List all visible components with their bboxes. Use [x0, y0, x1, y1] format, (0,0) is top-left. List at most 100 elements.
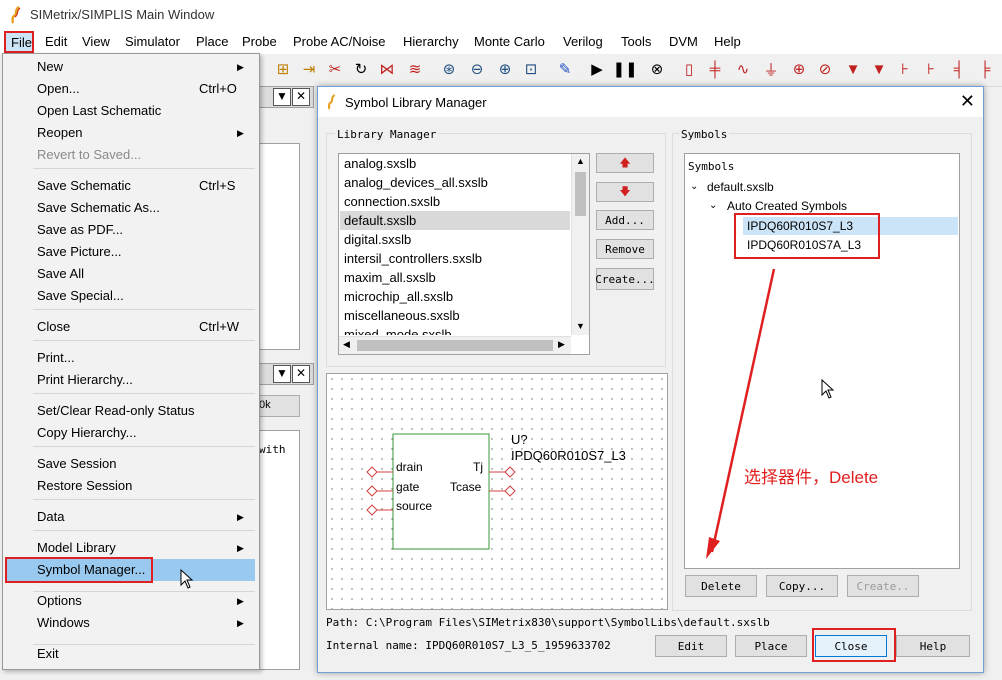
file-menu-item[interactable]: Save Schematic As... — [37, 200, 160, 215]
copy-symbol-button[interactable]: Copy... — [766, 575, 838, 597]
pane-dropdown-icon[interactable]: ▼ — [273, 88, 291, 106]
file-menu-item[interactable]: Model Library — [37, 540, 116, 555]
file-menu-item[interactable]: Print... — [37, 350, 75, 365]
capacitor-icon[interactable]: ╪ — [704, 58, 726, 80]
library-list-item[interactable]: intersil_controllers.sxslb — [344, 251, 482, 266]
file-menu-item[interactable]: Set/Clear Read-only Status — [37, 403, 195, 418]
move-icon[interactable]: ⇥ — [298, 58, 320, 80]
menu-help[interactable]: Help — [714, 34, 741, 49]
diode-icon[interactable]: ▼ — [842, 58, 864, 80]
resistor-icon[interactable]: ▯ — [678, 58, 700, 80]
file-menu-item[interactable]: New — [37, 59, 63, 74]
pane-dropdown-icon[interactable]: ▼ — [273, 365, 291, 383]
zoom-box-icon[interactable]: ⊡ — [520, 58, 542, 80]
tree-expand-icon[interactable]: ⌄ — [709, 200, 717, 211]
menu-simulator[interactable]: Simulator — [125, 34, 180, 49]
nmos-icon[interactable]: ╡ — [948, 58, 970, 80]
library-list[interactable]: analog.sxslb analog_devices_all.sxslbconn… — [338, 153, 590, 355]
binoculars-icon[interactable]: ⊗ — [646, 58, 668, 80]
zoom-in-icon[interactable]: ⊕ — [494, 58, 516, 80]
file-menu-item[interactable]: Restore Session — [37, 478, 132, 493]
pane-close-icon[interactable]: ✕ — [292, 88, 310, 106]
scroll-thumb[interactable] — [575, 172, 586, 216]
tree-library-node[interactable]: default.sxslb — [707, 180, 774, 194]
library-vscrollbar[interactable]: ▲ ▼ — [571, 154, 589, 335]
rotate-icon[interactable]: ↻ — [350, 58, 372, 80]
ground-icon[interactable]: ⏚ — [760, 58, 782, 80]
tree-folder-node[interactable]: Auto Created Symbols — [727, 199, 847, 213]
library-list-item[interactable]: analog_devices_all.sxslb — [344, 175, 488, 190]
remove-library-button[interactable]: Remove — [596, 239, 654, 259]
file-menu-item[interactable]: Save Special... — [37, 288, 124, 303]
file-menu-item[interactable]: Windows — [37, 615, 90, 630]
library-list-item[interactable]: miscellaneous.sxslb — [344, 308, 460, 323]
pane-button[interactable]: 0k — [258, 395, 300, 417]
file-menu-item[interactable]: Save Picture... — [37, 244, 122, 259]
scroll-up-icon[interactable]: ▲ — [576, 156, 585, 166]
menu-probe[interactable]: Probe — [242, 34, 277, 49]
file-menu-item[interactable]: Print Hierarchy... — [37, 372, 133, 387]
file-menu-item[interactable]: Save as PDF... — [37, 222, 123, 237]
file-menu-item[interactable]: Save Schematic — [37, 178, 131, 193]
edit-button[interactable]: Edit — [655, 635, 727, 657]
library-list-item[interactable]: analog.sxslb — [344, 156, 416, 171]
dialog-close-icon[interactable]: ✕ — [960, 91, 975, 112]
menu-dvm[interactable]: DVM — [669, 34, 698, 49]
mirror-icon[interactable]: ⋈ — [376, 58, 398, 80]
cut-icon[interactable]: ✂ — [324, 58, 346, 80]
menu-tools[interactable]: Tools — [621, 34, 651, 49]
library-list-item[interactable]: default.sxslb — [344, 213, 416, 228]
menu-verilog[interactable]: Verilog — [563, 34, 603, 49]
create-library-button[interactable]: Create... — [595, 268, 655, 290]
scroll-left-icon[interactable]: ◀ — [343, 339, 350, 350]
file-menu-item[interactable]: Open... — [37, 81, 80, 96]
zoom-out-icon[interactable]: ⊖ — [466, 58, 488, 80]
hscroll-thumb[interactable] — [357, 340, 553, 351]
flip-icon[interactable]: ≋ — [404, 58, 426, 80]
menu-file[interactable]: File — [4, 31, 34, 53]
inductor-icon[interactable]: ∿ — [732, 58, 754, 80]
file-menu-item[interactable]: Copy Hierarchy... — [37, 425, 136, 440]
file-menu-item[interactable]: Open Last Schematic — [37, 103, 161, 118]
file-menu-item[interactable]: Reopen — [37, 125, 83, 140]
scroll-right-icon[interactable]: ▶ — [558, 339, 565, 350]
menu-probe-ac-noise[interactable]: Probe AC/Noise — [293, 34, 386, 49]
scroll-down-icon[interactable]: ▼ — [576, 321, 585, 331]
pause-icon[interactable]: ❚❚ — [612, 58, 637, 80]
file-menu-item[interactable]: Close — [37, 319, 70, 334]
pmos-icon[interactable]: ╞ — [974, 58, 996, 80]
place-button[interactable]: Place — [735, 635, 807, 657]
npn-icon[interactable]: ⊦ — [894, 58, 916, 80]
place-block-icon[interactable]: ⊞ — [272, 58, 294, 80]
file-menu-item[interactable]: Data — [37, 509, 64, 524]
pnp-icon[interactable]: ⊦ — [920, 58, 942, 80]
menu-place[interactable]: Place — [196, 34, 229, 49]
current-source-icon[interactable]: ⊘ — [814, 58, 836, 80]
move-down-button[interactable]: 🡇 — [596, 182, 654, 202]
menu-view[interactable]: View — [82, 34, 110, 49]
library-hscrollbar[interactable]: ◀ ▶ — [339, 336, 571, 354]
library-list-item[interactable]: maxim_all.sxslb — [344, 270, 436, 285]
source-icon[interactable]: ⊕ — [788, 58, 810, 80]
file-menu-item[interactable]: Exit — [37, 646, 59, 661]
help-button[interactable]: Help — [896, 635, 970, 657]
menu-hierarchy[interactable]: Hierarchy — [403, 34, 459, 49]
file-menu-item[interactable]: Save All — [37, 266, 84, 281]
zoom-fit-icon[interactable]: ⊛ — [438, 58, 460, 80]
menu-monte-carlo[interactable]: Monte Carlo — [474, 34, 545, 49]
menu-edit[interactable]: Edit — [45, 34, 67, 49]
run-icon[interactable]: ▶ — [586, 58, 608, 80]
zener-icon[interactable]: ▼ — [868, 58, 890, 80]
file-menu-item[interactable]: Save Session — [37, 456, 117, 471]
pencil-icon[interactable]: ✎ — [554, 58, 576, 80]
move-up-button[interactable]: 🡅 — [596, 153, 654, 173]
library-list-item[interactable]: mixed_mode.sxslb — [344, 327, 452, 335]
tree-expand-icon[interactable]: ⌄ — [690, 181, 698, 192]
file-menu-item[interactable]: Options — [37, 593, 82, 608]
add-library-button[interactable]: Add... — [596, 210, 654, 230]
library-list-item[interactable]: connection.sxslb — [344, 194, 440, 209]
pane-close-icon[interactable]: ✕ — [292, 365, 310, 383]
delete-symbol-button[interactable]: Delete — [685, 575, 757, 597]
library-list-item[interactable]: microchip_all.sxslb — [344, 289, 453, 304]
library-list-item[interactable]: digital.sxslb — [344, 232, 411, 247]
